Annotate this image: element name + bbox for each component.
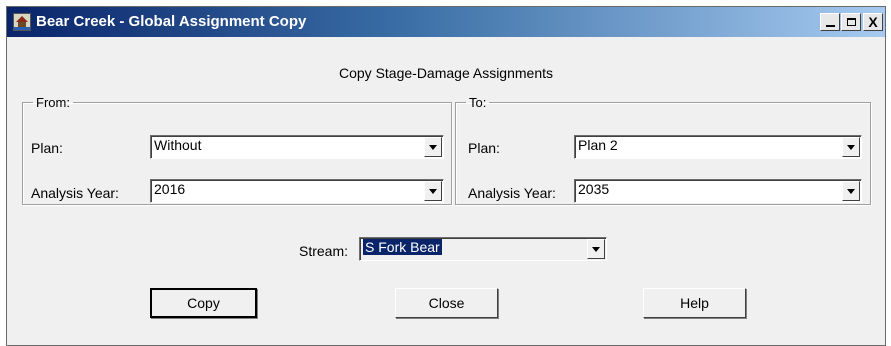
minimize-button[interactable] xyxy=(820,13,840,31)
dialog-heading: Copy Stage-Damage Assignments xyxy=(339,65,553,81)
title-bar[interactable]: Bear Creek - Global Assignment Copy X xyxy=(7,7,885,37)
to-year-select[interactable]: 2035 xyxy=(574,179,862,203)
help-button[interactable]: Help xyxy=(643,288,746,318)
dropdown-arrow-icon[interactable] xyxy=(842,137,860,157)
maximize-button[interactable] xyxy=(841,13,861,31)
stream-select[interactable]: S Fork Bear xyxy=(359,237,607,261)
to-year-value: 2035 xyxy=(578,181,610,197)
minimize-icon xyxy=(825,25,835,27)
from-plan-label: Plan: xyxy=(31,140,63,156)
dropdown-arrow-icon[interactable] xyxy=(842,181,860,201)
copy-button[interactable]: Copy xyxy=(150,288,257,318)
from-plan-value: Without xyxy=(154,137,202,153)
from-legend: From: xyxy=(36,95,70,110)
dialog-window: Bear Creek - Global Assignment Copy X Co… xyxy=(6,6,886,346)
from-year-label: Analysis Year: xyxy=(31,185,119,201)
to-legend: To: xyxy=(469,95,487,110)
stream-value: S Fork Bear xyxy=(363,239,442,255)
to-group: To: Plan: Plan 2 Analysis Year: 2035 xyxy=(455,95,871,205)
window-title: Bear Creek - Global Assignment Copy xyxy=(36,13,307,30)
close-button[interactable]: Close xyxy=(395,288,498,318)
close-window-button[interactable]: X xyxy=(863,13,883,31)
to-year-label: Analysis Year: xyxy=(468,185,556,201)
from-group: From: Plan: Without Analysis Year: 2016 xyxy=(22,95,452,205)
stream-label: Stream: xyxy=(299,243,349,259)
close-icon: X xyxy=(868,14,878,30)
dropdown-arrow-icon[interactable] xyxy=(424,137,442,157)
from-year-select[interactable]: 2016 xyxy=(150,179,444,203)
to-plan-value: Plan 2 xyxy=(578,137,618,153)
dropdown-arrow-icon[interactable] xyxy=(424,181,442,201)
to-plan-label: Plan: xyxy=(468,140,500,156)
app-icon[interactable] xyxy=(13,13,31,31)
to-plan-select[interactable]: Plan 2 xyxy=(574,135,862,159)
maximize-icon xyxy=(846,18,856,26)
dropdown-arrow-icon[interactable] xyxy=(587,239,605,259)
from-year-value: 2016 xyxy=(154,181,186,197)
from-plan-select[interactable]: Without xyxy=(150,135,444,159)
